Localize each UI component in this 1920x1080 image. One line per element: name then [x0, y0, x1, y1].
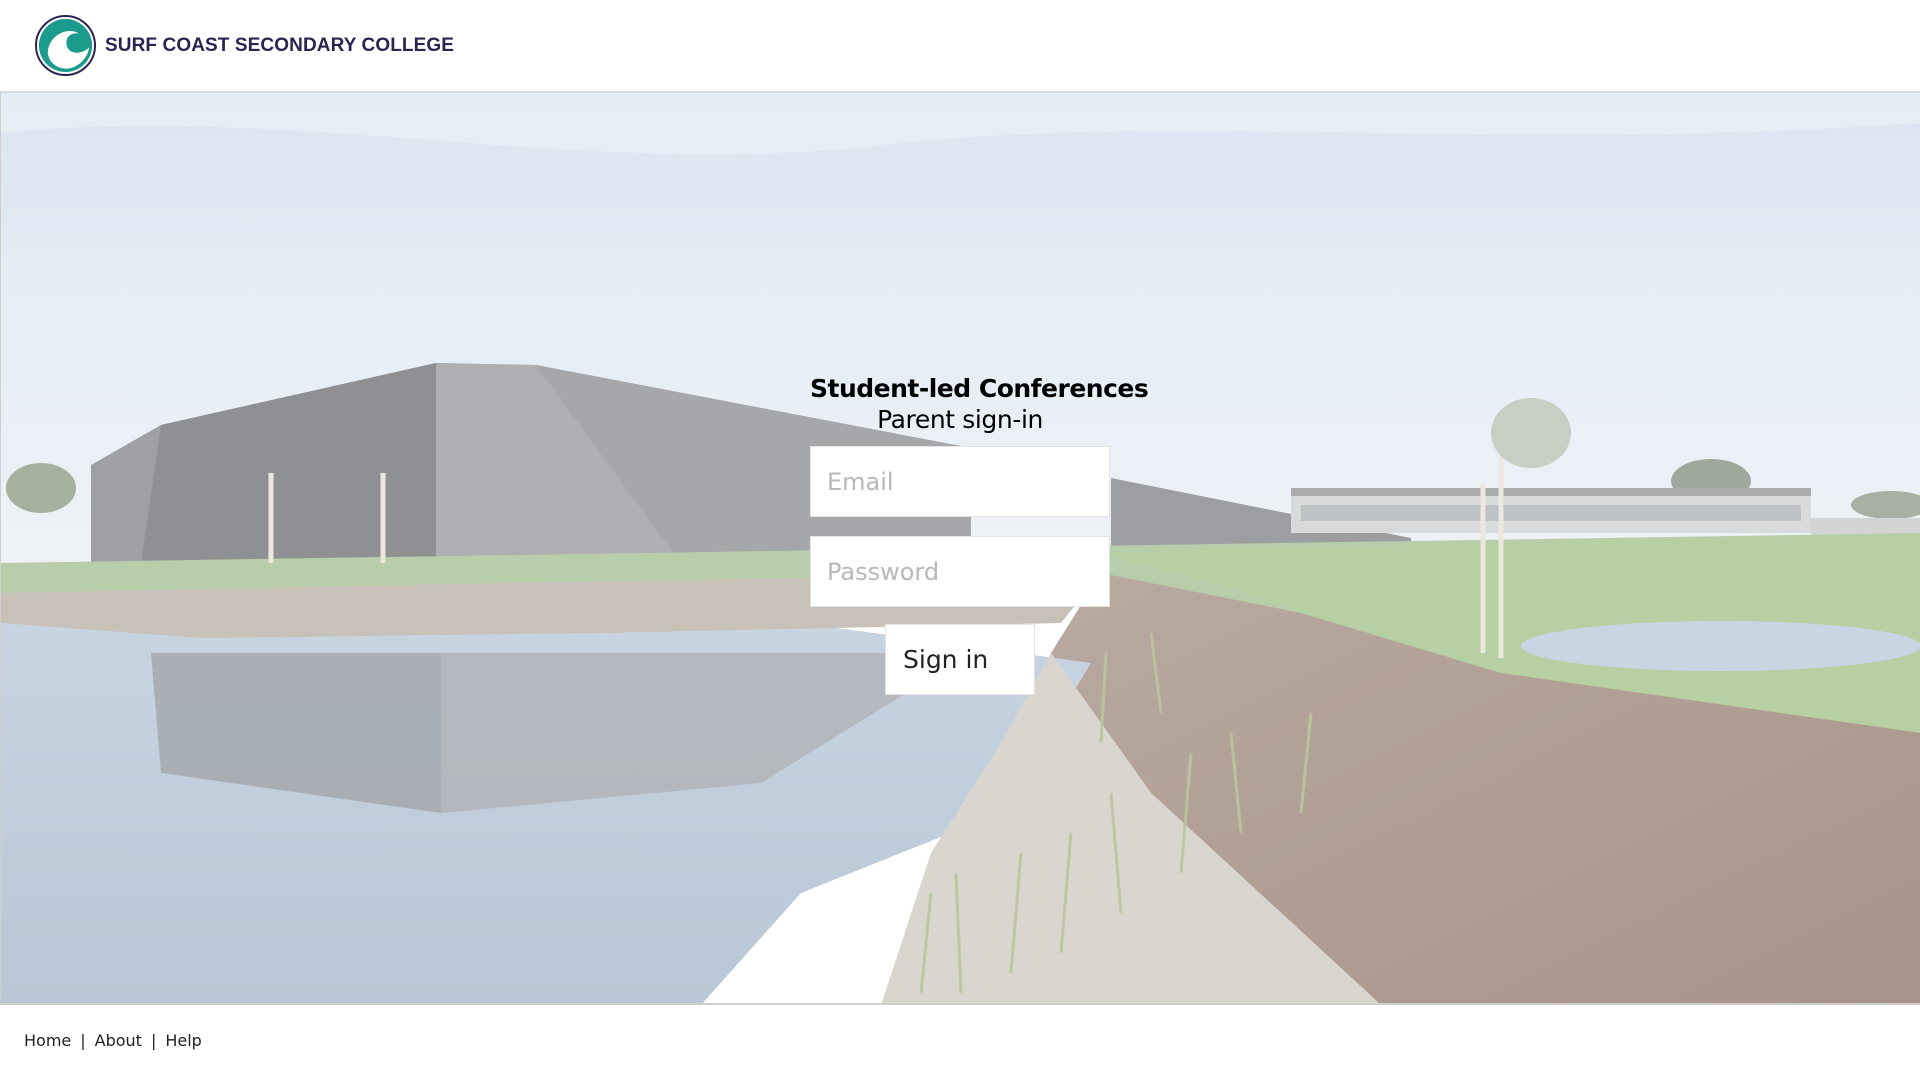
- email-field[interactable]: [810, 446, 1110, 517]
- school-name: SURF COAST SECONDARY COLLEGE: [105, 34, 455, 56]
- footer-nav: Home | About | Help: [24, 1031, 202, 1050]
- sign-in-button[interactable]: Sign in: [885, 624, 1035, 695]
- form-title: Student-led Conferences: [810, 374, 1149, 403]
- wave-logo-icon: [34, 14, 97, 77]
- footer-link-home[interactable]: Home: [24, 1031, 71, 1050]
- form-subtitle: Parent sign-in: [877, 405, 1043, 434]
- school-logo[interactable]: SURF COAST SECONDARY COLLEGE: [34, 14, 454, 77]
- footer-link-about[interactable]: About: [95, 1031, 142, 1050]
- site-header: SURF COAST SECONDARY COLLEGE: [0, 0, 1920, 93]
- password-field[interactable]: [810, 536, 1110, 607]
- signin-form: Student-led Conferences Parent sign-in S…: [810, 372, 1149, 695]
- footer-separator: |: [150, 1031, 157, 1050]
- footer-separator: |: [80, 1031, 86, 1050]
- footer-link-help[interactable]: Help: [165, 1031, 201, 1050]
